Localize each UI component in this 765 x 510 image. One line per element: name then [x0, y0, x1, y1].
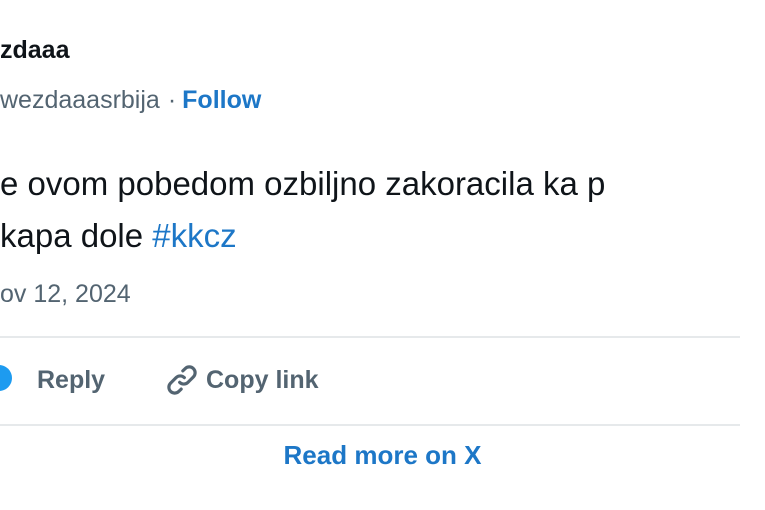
author-display-name[interactable]: zdaaa [0, 36, 69, 65]
divider-bottom [0, 424, 740, 426]
copy-link-label: Copy link [206, 365, 319, 394]
tweet-date[interactable]: ov 12, 2024 [0, 276, 131, 312]
tweet-text-line-2-text: kapa dole [0, 217, 153, 254]
tweet-text-line-1: e ovom pobedom ozbiljno zakoracila ka p [0, 165, 606, 202]
tweet-text: e ovom pobedom ozbiljno zakoracila ka p … [0, 158, 765, 262]
link-icon [162, 360, 206, 400]
tweet-text-line-2: kapa dole #kkcz [0, 210, 765, 262]
reply-button[interactable]: Reply [37, 360, 105, 400]
separator-dot: · [167, 86, 177, 114]
hashtag-link[interactable]: #kkcz [152, 217, 236, 254]
tweet-embed-card: zdaaa wezdaaasrbija · Follow e ovom pobedo… [0, 0, 765, 510]
author-handle[interactable]: wezdaaasrbija [0, 86, 160, 114]
divider-top [0, 336, 740, 338]
follow-button[interactable]: Follow [182, 86, 261, 114]
read-more-on-x-link[interactable]: Read more on X [0, 440, 765, 471]
heart-icon[interactable] [0, 365, 12, 391]
author-handle-row: wezdaaasrbija · Follow [0, 84, 261, 116]
copy-link-button[interactable]: Copy link [162, 360, 319, 400]
reply-label: Reply [37, 365, 106, 394]
